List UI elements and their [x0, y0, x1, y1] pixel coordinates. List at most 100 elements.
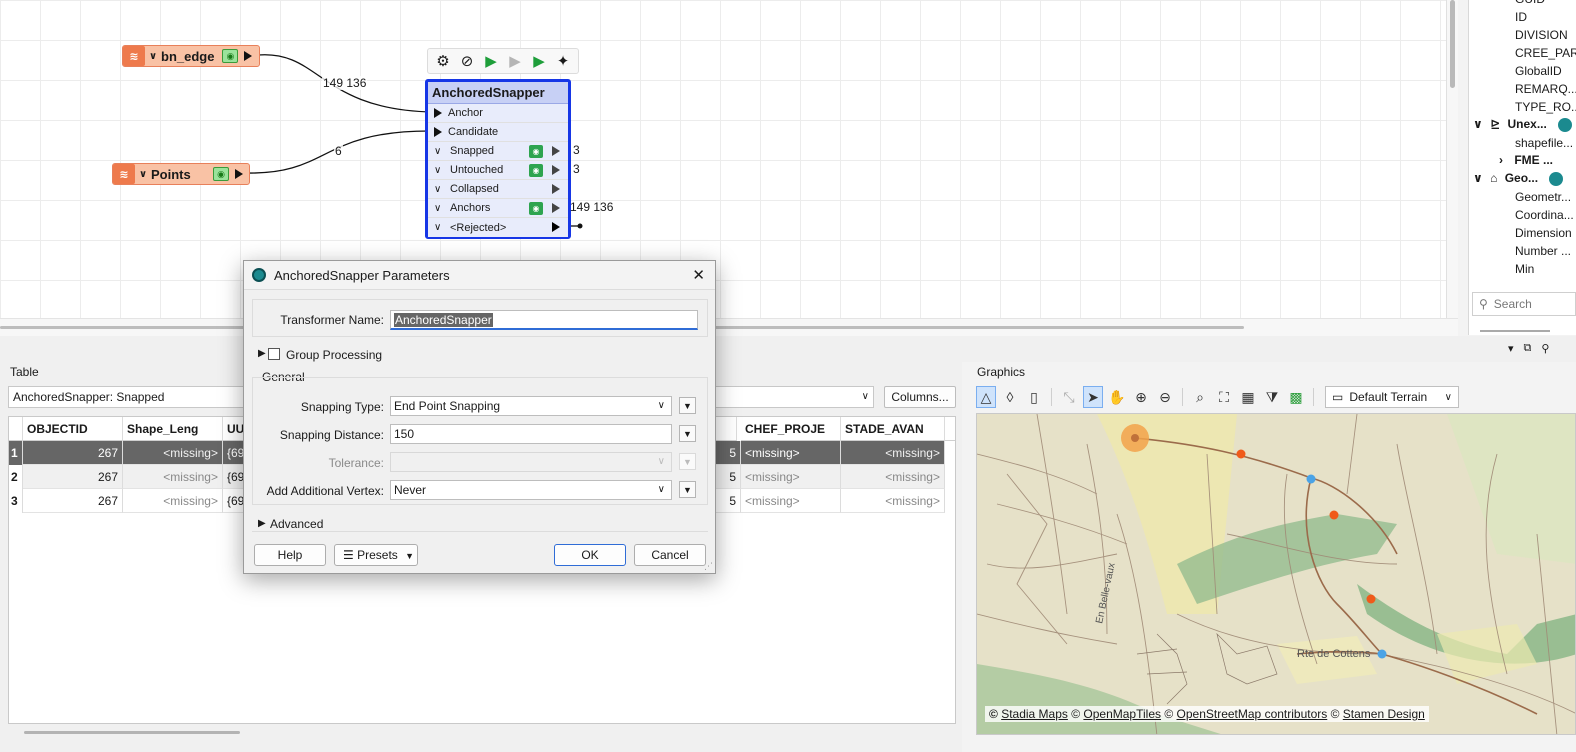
chevron-down-icon[interactable]: ∨ — [434, 165, 446, 176]
cell[interactable]: <missing> — [741, 441, 841, 465]
table-horizontal-scrollbar[interactable] — [24, 731, 240, 734]
column-header-shape-leng[interactable]: Shape_Leng — [123, 417, 223, 441]
output-port-icon[interactable] — [552, 222, 560, 232]
eye-icon[interactable]: ◉ — [529, 202, 543, 215]
credit-link[interactable]: OpenStreetMap contributors — [1177, 707, 1328, 721]
transformer-name-input[interactable]: AnchoredSnapper — [390, 310, 698, 330]
zoom-out-icon[interactable]: ⊖ — [1155, 386, 1175, 408]
eye-icon[interactable]: ◉ — [529, 164, 543, 177]
input-port-anchor[interactable]: Anchor — [428, 104, 568, 123]
basemap-select[interactable]: ▭ Default Terrain ∨ — [1325, 386, 1459, 408]
cell[interactable]: <missing> — [841, 489, 945, 513]
cell[interactable]: <missing> — [741, 465, 841, 489]
output-port-icon[interactable] — [552, 165, 560, 175]
pin-icon[interactable]: ⚲ — [1541, 342, 1549, 355]
attribute-item[interactable]: GlobalID — [1515, 64, 1562, 82]
help-button[interactable]: Help — [254, 544, 326, 566]
chevron-down-icon[interactable]: ∨ — [135, 169, 151, 180]
tree-group-fme[interactable]: › FME ... — [1499, 153, 1553, 171]
resize-grip-icon[interactable]: ⋰ — [704, 561, 713, 572]
table-icon[interactable]: ▦ — [1238, 386, 1258, 408]
snapping-distance-input[interactable]: 150 — [390, 424, 672, 444]
columns-button[interactable]: Columns... — [884, 386, 956, 408]
input-port-candidate[interactable]: Candidate — [428, 123, 568, 142]
column-header-objectid[interactable]: OBJECTID — [23, 417, 123, 441]
row-number[interactable]: 2 — [9, 465, 23, 489]
presets-button[interactable]: ☰ Presets ▼ — [334, 544, 418, 566]
chevron-right-icon[interactable]: › — [1499, 153, 1503, 167]
expand-arrow-icon[interactable]: ▶ — [258, 518, 266, 529]
row-number[interactable]: 3 — [9, 489, 23, 513]
chevron-down-icon[interactable]: ∨ — [434, 222, 446, 233]
credit-link[interactable]: Stadia Maps — [1001, 707, 1068, 721]
scroll-thumb[interactable] — [1450, 0, 1455, 88]
info-icon[interactable] — [1558, 117, 1573, 132]
run-from-this-icon[interactable]: ▶ — [506, 52, 524, 70]
output-port-anchors[interactable]: ∨ Anchors ◉ — [428, 199, 568, 218]
attribute-item[interactable]: Dimension — [1515, 226, 1572, 244]
advanced-section[interactable]: Advanced — [270, 517, 323, 531]
tree-group-geometry[interactable]: ∨ ⌂ Geo... — [1473, 171, 1564, 189]
cell[interactable]: <missing> — [741, 489, 841, 513]
attribute-value-menu-button[interactable]: ▼ — [679, 481, 696, 498]
output-port-icon[interactable] — [235, 169, 243, 179]
zoom-to-selection-icon[interactable]: ⌕ — [1190, 386, 1210, 408]
float-icon[interactable]: ⧉ — [1524, 342, 1532, 355]
ok-button[interactable]: OK — [554, 544, 626, 566]
chevron-down-icon[interactable]: ∨ — [1473, 171, 1483, 185]
output-port-snapped[interactable]: ∨ Snapped ◉ — [428, 142, 568, 161]
chevron-down-icon[interactable]: ∨ — [434, 203, 446, 214]
dropdown-icon[interactable]: ▾ — [1508, 342, 1514, 355]
close-icon[interactable]: ✕ — [692, 266, 705, 284]
select-arrow-icon[interactable]: ➤ — [1083, 386, 1103, 408]
attribute-item[interactable]: Geometr... — [1515, 190, 1571, 208]
eye-icon[interactable]: ◉ — [529, 145, 543, 158]
credit-link[interactable]: Stamen Design — [1343, 707, 1425, 721]
attribute-item[interactable]: REMARQ... — [1515, 82, 1576, 100]
cell[interactable]: <missing> — [123, 489, 223, 513]
attribute-item[interactable]: ID — [1515, 10, 1527, 28]
filter-icon[interactable]: ⧩ — [1262, 386, 1282, 408]
chevron-down-icon[interactable]: ∨ — [1473, 117, 1483, 131]
row-number[interactable]: 1 — [9, 441, 23, 465]
attribute-item[interactable]: CREE_PAR — [1515, 46, 1576, 64]
transformer-anchoredsnapper[interactable]: AnchoredSnapper Anchor Candidate ∨ Snapp… — [425, 79, 571, 239]
pan-hand-icon[interactable]: ✋ — [1107, 386, 1127, 408]
cell[interactable]: <missing> — [841, 441, 945, 465]
info-icon[interactable] — [1549, 171, 1564, 186]
column-header-chef-proje[interactable]: CHEF_PROJE — [741, 417, 841, 441]
measure-icon[interactable]: ⤡ — [1059, 386, 1079, 408]
canvas-horizontal-scrollbar[interactable] — [0, 318, 1458, 336]
untouched-count[interactable]: 3 — [573, 162, 580, 176]
3d-view-icon[interactable]: ▯ — [1024, 386, 1044, 408]
run-to-this-icon[interactable]: ▶ — [482, 52, 500, 70]
feature-count-points[interactable]: 6 — [334, 144, 343, 158]
run-partial-icon[interactable]: ▶ — [530, 52, 548, 70]
output-port-rejected[interactable]: ∨ <Rejected> — [428, 218, 568, 237]
workspace-canvas[interactable]: ≋ ∨ bn_edge ◉ ≋ ∨ Points ◉ 149 136 6 ⚙ ⊘… — [0, 0, 1446, 318]
attribute-item[interactable]: DIVISION — [1515, 28, 1568, 46]
cell[interactable]: <missing> — [841, 465, 945, 489]
canvas-vertical-scrollbar[interactable] — [1446, 0, 1458, 318]
output-port-icon[interactable] — [552, 184, 560, 194]
cell[interactable]: <missing> — [123, 465, 223, 489]
chevron-down-icon[interactable]: ∨ — [434, 146, 446, 157]
snapped-count[interactable]: 3 — [573, 143, 580, 157]
attribute-item[interactable]: TYPE_RO... — [1515, 100, 1576, 118]
chevron-down-icon[interactable]: ∨ — [434, 184, 446, 195]
output-port-collapsed[interactable]: ∨ Collapsed — [428, 180, 568, 199]
expand-arrow-icon[interactable]: ▶ — [258, 348, 266, 359]
anchors-count[interactable]: 149 136 — [570, 200, 613, 214]
output-port-icon[interactable] — [552, 146, 560, 156]
add-vertex-select[interactable]: Never ∨ — [390, 480, 672, 500]
map-view[interactable]: Rte de Cottens En Belle-vaux © Stadia Ma… — [976, 413, 1576, 735]
zoom-in-icon[interactable]: ⊕ — [1131, 386, 1151, 408]
dialog-titlebar[interactable]: AnchoredSnapper Parameters — [244, 261, 715, 290]
cell[interactable]: 267 — [23, 489, 123, 513]
orientation-icon[interactable]: ◊ — [1000, 386, 1020, 408]
attribute-value-menu-button[interactable]: ▼ — [679, 397, 696, 414]
reader-bn-edge[interactable]: ≋ ∨ bn_edge ◉ — [122, 45, 260, 67]
attribute-value-menu-button[interactable]: ▼ — [679, 425, 696, 442]
tree-group-unexposed[interactable]: ∨ ⊵ Unex... — [1473, 117, 1573, 135]
feature-count-edge[interactable]: 149 136 — [322, 76, 368, 90]
